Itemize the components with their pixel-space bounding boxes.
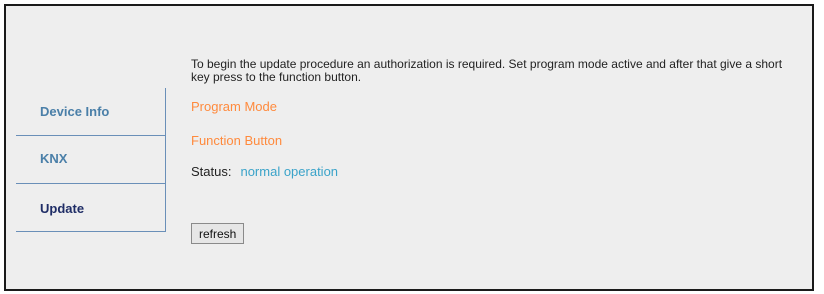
program-mode-label: Program Mode <box>191 99 277 114</box>
sidebar-item-device-info[interactable]: Device Info <box>16 88 166 136</box>
sidebar-item-label: Device Info <box>40 104 110 119</box>
sidebar-item-knx[interactable]: KNX <box>16 136 166 184</box>
status-row: Status: normal operation <box>191 164 338 179</box>
update-instructions: To begin the update procedure an authori… <box>191 57 783 84</box>
sidebar-nav: Device Info KNX Update <box>16 88 166 232</box>
update-content: To begin the update procedure an authori… <box>191 57 791 244</box>
sidebar-item-label: KNX <box>40 151 68 166</box>
status-label: Status: <box>191 164 232 179</box>
function-button-label: Function Button <box>191 133 283 148</box>
refresh-button[interactable]: refresh <box>191 223 245 244</box>
status-value: normal operation <box>240 164 339 179</box>
sidebar-item-update[interactable]: Update <box>16 184 166 232</box>
update-panel: Device Info KNX Update To begin the upda… <box>4 4 814 291</box>
sidebar-item-label: Update <box>40 201 85 216</box>
